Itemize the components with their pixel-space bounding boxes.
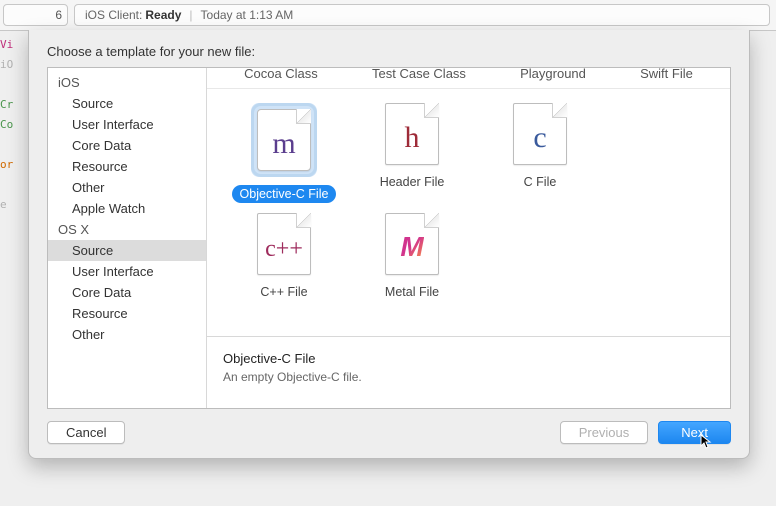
status-time: Today at 1:13 AM [201,8,294,22]
sidebar-item-core-data[interactable]: Core Data [48,282,206,303]
template-description: Objective-C File An empty Objective-C fi… [207,336,730,408]
file-icon: M [385,213,439,275]
sidebar-section-ios: iOS [48,72,206,93]
background-code-strip: ViiO CrCo or e [0,35,30,235]
template-header-label: Test Case Class [372,68,466,81]
top-status-bar: 6 iOS Client: Ready | Today at 1:13 AM [0,0,776,31]
template-metal-file[interactable]: M Metal File [353,213,471,301]
template-grid: m Objective-C File h Header File c C File c++ C… [207,89,730,336]
sidebar-item-resource[interactable]: Resource [48,303,206,324]
sidebar-item-core-data[interactable]: Core Data [48,135,206,156]
sidebar-item-other[interactable]: Other [48,177,206,198]
template-header-row: Cocoa Class Test Case Class Playground Swif… [207,68,730,89]
file-icon: h [385,103,439,165]
template-label: Metal File [377,283,447,301]
previous-button: Previous [560,421,649,444]
template-c++-file[interactable]: c++ C++ File [225,213,343,301]
status-state: Ready [145,8,181,22]
mouse-cursor-icon [700,434,712,450]
template-label: Objective-C File [232,185,337,203]
sidebar-item-user-interface[interactable]: User Interface [48,261,206,282]
sidebar-item-source[interactable]: Source [48,240,206,261]
sheet-button-row: Cancel Previous Next [29,409,749,458]
template-c-file[interactable]: c C File [481,103,599,203]
template-area: Cocoa Class Test Case Class Playground Swif… [207,68,730,408]
template-label: Header File [372,173,453,191]
sidebar-item-other[interactable]: Other [48,324,206,345]
cancel-button[interactable]: Cancel [47,421,125,444]
build-status-pill[interactable]: iOS Client: Ready | Today at 1:13 AM [74,4,770,26]
template-label: C++ File [252,283,315,301]
template-header-label: Cocoa Class [244,68,318,81]
sidebar-section-os-x: OS X [48,219,206,240]
sidebar-item-user-interface[interactable]: User Interface [48,114,206,135]
template-objective-c-file[interactable]: m Objective-C File [225,103,343,203]
new-file-sheet: Choose a template for your new file: iOS… [28,30,750,459]
top-left-segment[interactable]: 6 [3,4,68,26]
template-label: C File [516,173,565,191]
file-icon: m [257,109,311,171]
top-left-value: 6 [55,8,62,22]
file-icon: c++ [257,213,311,275]
sidebar-item-source[interactable]: Source [48,93,206,114]
next-button[interactable]: Next [658,421,731,444]
status-separator: | [189,8,192,22]
description-detail: An empty Objective-C file. [223,370,714,384]
sheet-title: Choose a template for your new file: [29,30,749,67]
template-header-label: Swift File [640,68,693,81]
sheet-body: iOSSourceUser InterfaceCore DataResource… [47,67,731,409]
file-icon: c [513,103,567,165]
sidebar-item-apple-watch[interactable]: Apple Watch [48,198,206,219]
status-client-label: iOS Client: [85,8,142,22]
sidebar-item-resource[interactable]: Resource [48,156,206,177]
description-title: Objective-C File [223,351,714,366]
file-glyph: c++ [265,237,303,261]
file-glyph: h [405,123,420,153]
file-glyph: c [533,123,546,153]
template-sidebar: iOSSourceUser InterfaceCore DataResource… [48,68,207,408]
template-header-label: Playground [520,68,586,81]
template-header-file[interactable]: h Header File [353,103,471,203]
file-glyph: m [272,129,295,159]
file-glyph: M [400,231,423,263]
